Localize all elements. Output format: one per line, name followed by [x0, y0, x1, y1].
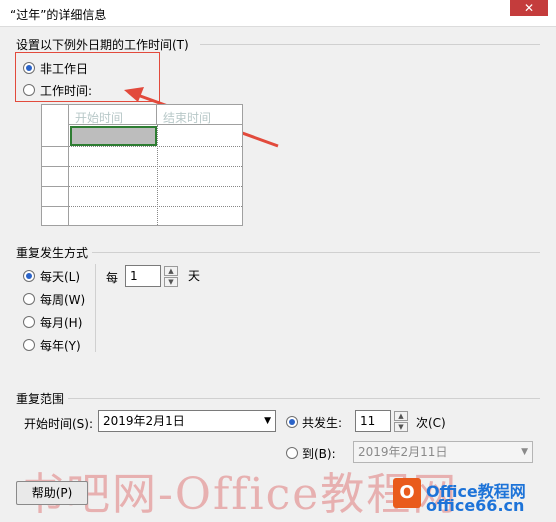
day-unit-label: 天 — [188, 269, 201, 283]
occurrences-up-button[interactable]: ▲ — [394, 411, 408, 421]
chevron-down-icon: ▼ — [521, 447, 528, 457]
window-title: “过年”的详细信息 — [10, 8, 107, 22]
occurrences-down-button[interactable]: ▼ — [394, 422, 408, 432]
work-time-group-label: 设置以下例外日期的工作时间(T) — [16, 38, 189, 52]
working-time-label: 工作时间: — [40, 84, 93, 98]
chevron-down-icon: ▼ — [264, 416, 271, 426]
interval-up-button[interactable]: ▲ — [164, 266, 178, 276]
start-date-value: 2019年2月1日 — [103, 414, 185, 428]
working-time-radio[interactable] — [23, 84, 35, 96]
logo-letter: O — [399, 482, 415, 503]
every-label: 每 — [106, 271, 119, 285]
logo-url: office66.cn — [426, 496, 525, 515]
interval-input[interactable]: 1 — [125, 265, 161, 287]
occurrences-input[interactable]: 11 — [355, 410, 391, 432]
range-group-label: 重复范围 — [16, 392, 65, 406]
grid-cell-selected[interactable] — [70, 126, 157, 146]
occurrences-radio[interactable] — [286, 416, 298, 428]
weekly-label: 每周(W) — [40, 293, 86, 307]
interval-down-button[interactable]: ▼ — [164, 277, 178, 287]
group-divider — [68, 398, 540, 399]
group-divider — [92, 252, 540, 253]
column-header-end: 结束时间 — [157, 105, 242, 125]
nonworking-radio[interactable] — [23, 62, 35, 74]
recurrence-group-label: 重复发生方式 — [16, 246, 89, 260]
occurrences-label: 共发生: — [302, 416, 343, 430]
occurrences-unit-label: 次(C) — [416, 416, 446, 430]
working-time-grid: 开始时间 结束时间 — [41, 104, 243, 226]
yearly-radio[interactable] — [23, 339, 35, 351]
nonworking-label: 非工作日 — [40, 62, 89, 76]
close-icon: ✕ — [523, 1, 535, 15]
daily-label: 每天(L) — [40, 270, 81, 284]
monthly-label: 每月(H) — [40, 316, 83, 330]
column-header-start: 开始时间 — [69, 105, 157, 125]
daily-radio[interactable] — [23, 270, 35, 282]
weekly-radio[interactable] — [23, 293, 35, 305]
yearly-label: 每年(Y) — [40, 339, 81, 353]
recurrence-divider — [95, 264, 96, 352]
start-time-label: 开始时间(S): — [24, 417, 94, 431]
close-button[interactable]: ✕ — [510, 0, 548, 16]
monthly-radio[interactable] — [23, 316, 35, 328]
help-button[interactable]: 帮助(P) — [16, 481, 88, 505]
start-date-dropdown[interactable]: 2019年2月1日 ▼ — [98, 410, 276, 432]
end-date-value: 2019年2月11日 — [358, 445, 448, 459]
group-divider — [200, 44, 540, 45]
